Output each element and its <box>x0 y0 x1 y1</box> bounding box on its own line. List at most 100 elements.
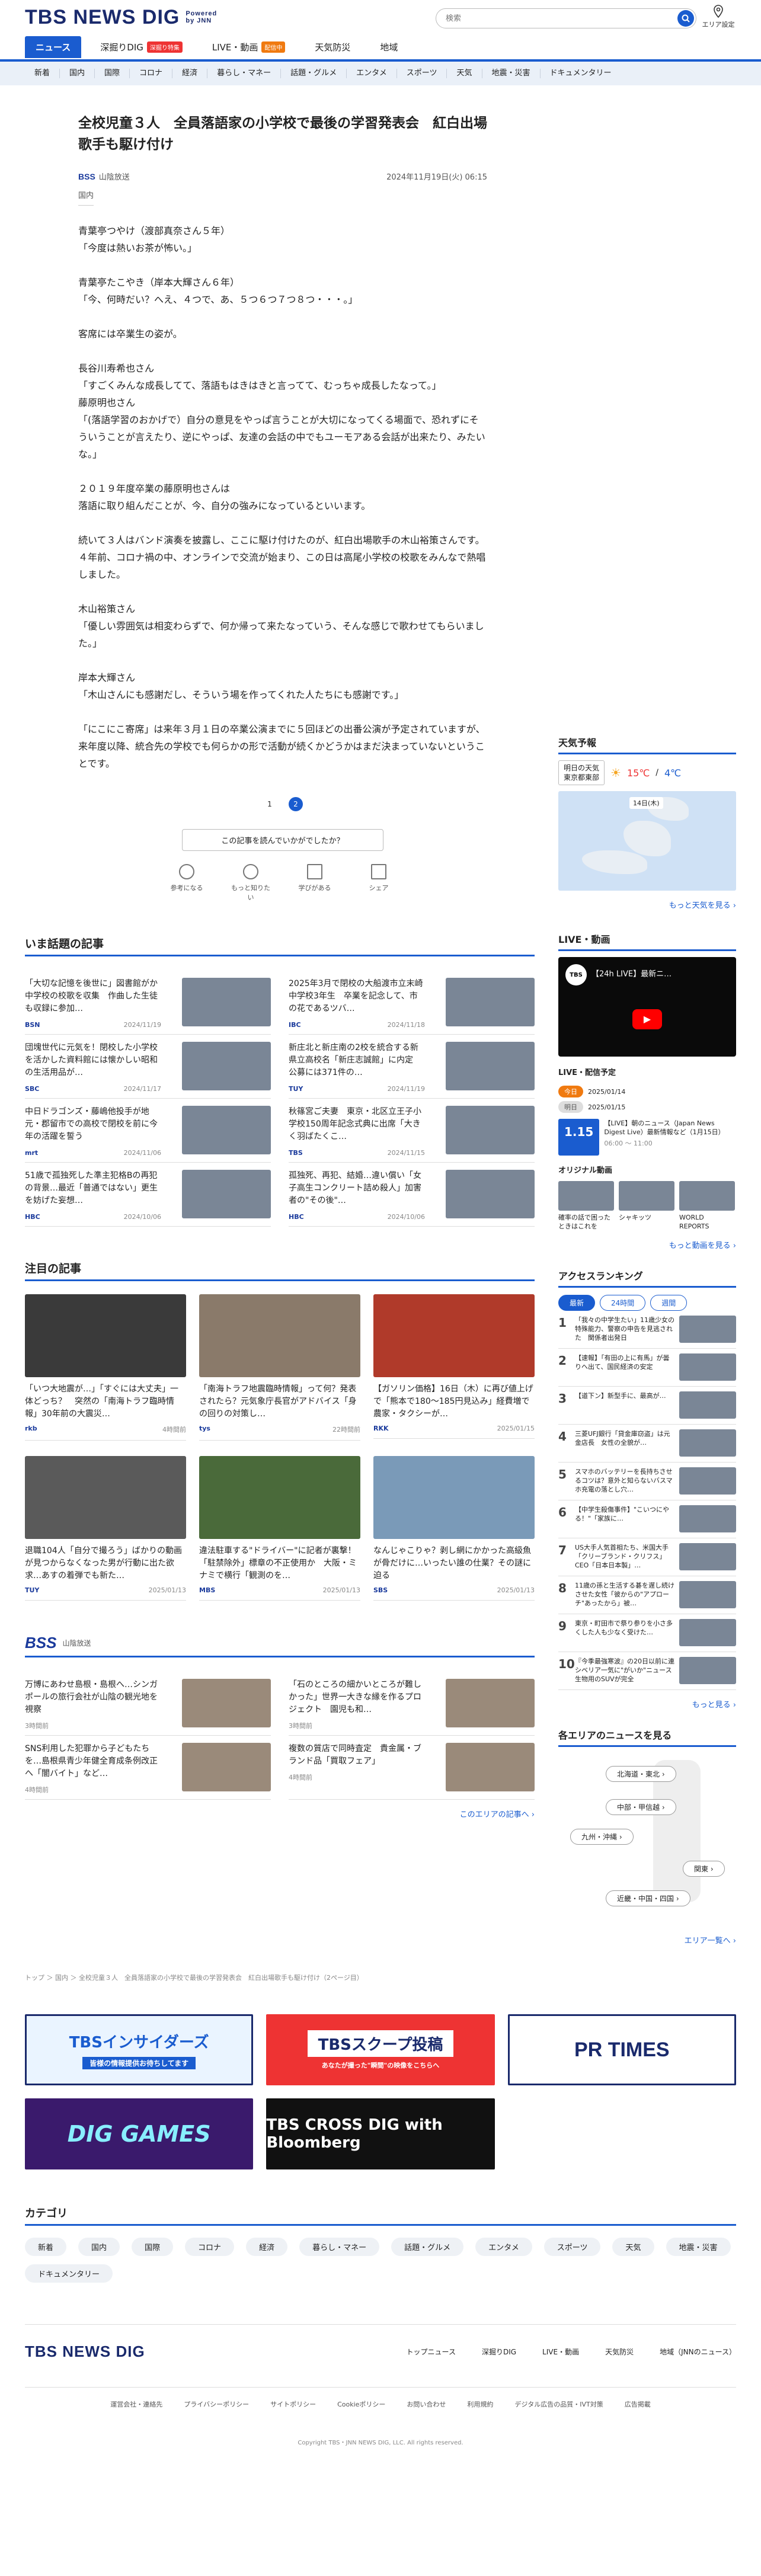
footer-sub-link[interactable]: Cookieポリシー <box>337 2399 385 2409</box>
original-video[interactable]: WORLD REPORTS <box>679 1181 735 1231</box>
ranking-item[interactable]: 7 US大手人気首相たち、米国大手「クリーブランド・クリフス」CEO「日本日本製」… <box>558 1538 736 1576</box>
reaction-share[interactable]: シェア <box>358 864 399 902</box>
trending-card[interactable]: 新庄北と新庄南の2校を統合する新県立高校名「新庄志誠館」に内定 公募には371件… <box>289 1035 535 1099</box>
search-box[interactable] <box>436 8 696 28</box>
reaction-learn[interactable]: 学びがある <box>294 864 335 902</box>
ranking-item[interactable]: 2 【速報】「有田の上に有馬」が曇りへ出て、国民経済の安定 <box>558 1349 736 1387</box>
area-button-kinki[interactable]: 近畿・中国・四国 › <box>606 1890 690 1906</box>
category-chip[interactable]: コロナ <box>185 2238 235 2256</box>
ranking-item[interactable]: 9 東京・町田市で祭り参りを小さ多くした人も少なく受けた… <box>558 1614 736 1652</box>
category-chip[interactable]: 暮らし・マネー <box>299 2238 380 2256</box>
category-link[interactable]: ドキュメンタリー <box>541 69 621 78</box>
weather-area-button[interactable]: 明日の天気 東京都東部 <box>558 760 605 785</box>
nav-fukabori[interactable]: 深掘りDIG 深掘り特集 <box>89 36 193 58</box>
area-button-chubu[interactable]: 中部・甲信越 › <box>606 1799 676 1815</box>
reaction-helpful[interactable]: 参考になる <box>166 864 207 902</box>
category-link[interactable]: スポーツ <box>397 69 447 78</box>
ranking-item[interactable]: 5 スマホのバッテリーを長持ちさせるコツは？意外と知らないバスマホ充電の落とし穴… <box>558 1463 736 1500</box>
reaction-more[interactable]: もっと知りたい <box>230 864 271 902</box>
category-link[interactable]: 話題・グルメ <box>281 69 347 78</box>
ranking-item[interactable]: 3 【道下ン】新型手に、最高が… <box>558 1387 736 1425</box>
banner-insiders[interactable]: TBSインサイダーズ 皆様の情報提供お待ちしてます <box>25 2014 254 2085</box>
footer-sub-link[interactable]: サイトポリシー <box>270 2399 316 2409</box>
weather-more-link[interactable]: もっと天気を見る › <box>558 899 736 910</box>
weather-map[interactable]: 14日(木) <box>558 791 736 891</box>
ranking-tab-weekly[interactable]: 週間 <box>650 1295 688 1311</box>
nav-weather[interactable]: 天気防災 <box>304 36 361 58</box>
ranking-item[interactable]: 10 『今季最強寒波』の20日以前に連シベリア一気に"がいか"ニュース生物用のSU… <box>558 1652 736 1690</box>
banner-diggames[interactable]: DIG GAMES <box>25 2098 254 2169</box>
nav-news[interactable]: ニュース <box>25 36 82 58</box>
category-chip[interactable]: 国際 <box>132 2238 174 2256</box>
footer-logo[interactable]: TBS NEWS DIG <box>25 2343 145 2361</box>
trending-card[interactable]: 団塊世代に元気を！閉校した小学校を活かした資料館には懐かしい昭和の生活用品が… S… <box>25 1035 271 1099</box>
category-chip[interactable]: 経済 <box>246 2238 288 2256</box>
featured-card[interactable]: 違法駐車する"ドライバー"に記者が裏撃！「駐禁除外」標章の不正使用か 大阪・ミナ… <box>199 1456 360 1601</box>
footer-sub-link[interactable]: 広告掲載 <box>625 2399 651 2409</box>
category-chip[interactable]: スポーツ <box>543 2238 601 2256</box>
footer-link[interactable]: 天気防災 <box>605 2347 634 2357</box>
original-video[interactable]: 確率の話で困ったときはこれを <box>558 1181 614 1231</box>
footer-sub-link[interactable]: お問い合わせ <box>407 2399 446 2409</box>
regional-more-link[interactable]: このエリアの記事へ › <box>25 1808 535 1819</box>
category-chip[interactable]: ドキュメンタリー <box>25 2264 113 2283</box>
ranking-tab-24h[interactable]: 24時間 <box>600 1295 646 1311</box>
category-link[interactable]: 天気 <box>447 69 482 78</box>
trending-card[interactable]: 中日ドラゴンズ・藤嶋他投手が地元・郡留市での高校で閉校を前に今年の活躍を誓う mr… <box>25 1099 271 1163</box>
area-button-hokkaido-tohoku[interactable]: 北海道・東北 › <box>606 1766 676 1782</box>
category-chip[interactable]: 地震・災害 <box>666 2238 731 2256</box>
ranking-item[interactable]: 6 【中学生殺傷事件】"こいつにやる！"「家族に… <box>558 1500 736 1538</box>
search-input[interactable] <box>446 14 677 23</box>
category-link[interactable]: 国内 <box>60 69 95 78</box>
ranking-item[interactable]: 4 三菱UFJ銀行「貸金庫窃盗」は元金店長 女性の全貌が… <box>558 1425 736 1463</box>
ranking-tab-latest[interactable]: 最新 <box>558 1295 596 1311</box>
live-more-link[interactable]: もっと動画を見る › <box>558 1239 736 1250</box>
footer-link[interactable]: トップニュース <box>407 2347 456 2357</box>
schedule-tab-tomorrow[interactable]: 明日 <box>558 1101 583 1113</box>
page-1[interactable]: 1 <box>263 797 277 811</box>
article-category[interactable]: 国内 <box>78 189 94 206</box>
trending-card[interactable]: 2025年3月で閉校の大船渡市立末崎中学校3年生 卒業を記念して、市の花であるツ… <box>289 971 535 1035</box>
featured-card[interactable]: 「南海トラフ地震臨時情報」って何？発表されたら？元気象庁長官がアドバイス「身の回… <box>199 1294 360 1441</box>
category-chip[interactable]: 話題・グルメ <box>391 2238 464 2256</box>
area-setting-button[interactable]: エリア設定 <box>701 5 736 29</box>
ranking-more-link[interactable]: もっと見る › <box>558 1698 736 1710</box>
featured-card[interactable]: なんじゃこりゃ？剥し網にかかった高級魚が骨だけに…いったい誰の仕業？その謎に迫る… <box>373 1456 535 1601</box>
nav-live[interactable]: LIVE・動画 配信中 <box>202 36 296 58</box>
live-video-player[interactable]: TBS 【24h LIVE】最新ニ… ▶ <box>558 957 736 1057</box>
category-link[interactable]: エンタメ <box>347 69 397 78</box>
banner-scoop[interactable]: TBSスクープ投稿 あなたが撮った"瞬間"の映像をこちらへ <box>266 2014 495 2085</box>
trending-card[interactable]: 孤独死、再犯、結婚…違い償い「女子高生コンクリート詰め殺人」加害者の"その後"…… <box>289 1163 535 1227</box>
category-chip[interactable]: エンタメ <box>475 2238 532 2256</box>
category-link[interactable]: コロナ <box>130 69 173 78</box>
featured-card[interactable]: 【ガソリン価格】16日（木）に再び値上げで「熊本で180～185円見込み」経費増… <box>373 1294 535 1441</box>
breadcrumb[interactable]: トップ ＞ 国内 ＞ 全校児童３人 全員落語家の小学校で最後の学習発表会 紅白出… <box>25 1973 736 1982</box>
banner-prtimes[interactable]: PR TIMES <box>507 2014 736 2085</box>
search-button[interactable] <box>677 10 694 27</box>
trending-card[interactable]: 「大切な記憶を後世に」図書館がか中学校の校歌を収集 作曲した生徒も収録に参加… B… <box>25 971 271 1035</box>
ranking-item[interactable]: 8 11歳の孫と生活する碁を遅し続けさせた女性「彼からの"アプローチ"あったから」… <box>558 1576 736 1614</box>
category-link[interactable]: 暮らし・マネー <box>207 69 282 78</box>
original-video[interactable]: シャキッツ <box>619 1181 674 1231</box>
category-link[interactable]: 地震・災害 <box>482 69 541 78</box>
schedule-item[interactable]: 1.15 【LIVE】朝のニュース（Japan News Digest Live… <box>558 1119 736 1156</box>
ranking-item[interactable]: 1 「我々の中学生たい」11歳少女の特殊能力、警察の申告を見逃された 関係者出発日 <box>558 1311 736 1349</box>
footer-link[interactable]: 深掘りDIG <box>482 2347 516 2357</box>
category-chip[interactable]: 天気 <box>612 2238 654 2256</box>
featured-card[interactable]: 退職104人「自分で撮ろう」ばかりの動画が見つからなくなった男が行動に出た欲求…… <box>25 1456 186 1601</box>
regional-card[interactable]: 複数の質店で同時査定 貴金属・ブランド品「買取フェア」 4時間前 <box>289 1736 535 1800</box>
trending-card[interactable]: 秋篠宮ご夫妻 東京・北区立王子小学校150周年記念式典に出席「大きく羽ばたくこ…… <box>289 1099 535 1163</box>
area-more-link[interactable]: エリア一覧へ › <box>558 1934 736 1945</box>
area-button-kyushu[interactable]: 九州・沖縄 › <box>570 1829 634 1845</box>
category-chip[interactable]: 国内 <box>78 2238 120 2256</box>
schedule-tab-today[interactable]: 今日 <box>558 1086 583 1097</box>
regional-card[interactable]: 「石のところの細かいところが難しかった」世界一大きな縁を作るプロジェクト 園児も… <box>289 1672 535 1736</box>
category-link[interactable]: 新着 <box>25 69 60 78</box>
regional-card[interactable]: 万博にあわせ島根・島根へ…シンガポールの旅行会社が山陰の観光地を視察 3時間前 <box>25 1672 271 1736</box>
play-icon[interactable]: ▶ <box>632 1009 662 1029</box>
regional-card[interactable]: SNS利用した犯罪から子どもたちを…島根県青少年健全育成条例改正へ「闇バイト」な… <box>25 1736 271 1800</box>
footer-sub-link[interactable]: 運営会社・連絡先 <box>110 2399 162 2409</box>
footer-link[interactable]: 地域（JNNのニュース） <box>660 2347 736 2357</box>
trending-card[interactable]: 51歳で孤独死した準主犯格Bの再犯の背景…最近「普通ではない」更生を妨げた妄想…… <box>25 1163 271 1227</box>
banner-crossdig[interactable]: TBS CROSS DIG with Bloomberg <box>266 2098 495 2169</box>
